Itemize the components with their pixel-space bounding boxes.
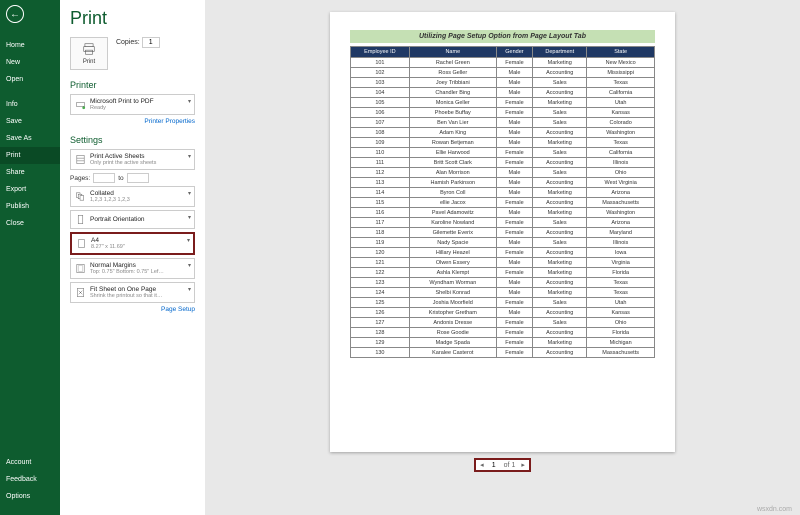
page-current-input[interactable] <box>487 462 501 469</box>
sidebar-item-save-as[interactable]: Save As <box>0 130 60 147</box>
pages-range: Pages: to <box>70 173 195 183</box>
table-row: 128Rose GoodieFemaleAccountingFlorida <box>351 328 655 338</box>
print-what-select[interactable]: Print Active SheetsOnly print the active… <box>70 149 195 170</box>
page-title: Print <box>70 8 195 29</box>
sidebar-item-close[interactable]: Close <box>0 215 60 232</box>
printer-status-icon <box>75 99 86 110</box>
chevron-down-icon: ▾ <box>188 262 191 269</box>
preview-page: Utilizing Page Setup Option from Page La… <box>330 12 675 452</box>
table-row: 106Phoebe BuffayFemaleSalesKansas <box>351 108 655 118</box>
table-row: 129Madge SpadaFemaleMarketingMichigan <box>351 338 655 348</box>
sidebar-item-publish[interactable]: Publish <box>0 198 60 215</box>
table-row: 120Hillary HeazelFemaleAccountingIowa <box>351 248 655 258</box>
main-area: Print Print Copies: Printer Microsoft Pr… <box>60 0 800 515</box>
printer-properties-link[interactable]: Printer Properties <box>70 118 195 125</box>
backstage-sidebar: ← HomeNewOpen InfoSaveSave AsPrintShareE… <box>0 0 60 515</box>
sidebar-item-new[interactable]: New <box>0 54 60 71</box>
sidebar-item-open[interactable]: Open <box>0 71 60 88</box>
orientation-select[interactable]: Portrait Orientation ▾ <box>70 210 195 229</box>
table-row: 108Adam KingMaleAccountingWashington <box>351 128 655 138</box>
page-next-icon[interactable]: ▸ <box>518 461 528 469</box>
col-header: Gender <box>496 47 532 58</box>
table-row: 119Nady SpacieMaleSalesIllinois <box>351 238 655 248</box>
table-row: 107Ben Van LierMaleSalesColorado <box>351 118 655 128</box>
margins-icon <box>75 263 86 274</box>
table-row: 122Ashla KlemptFemaleMarketingFlorida <box>351 268 655 278</box>
printer-select[interactable]: Microsoft Print to PDFReady ▾ <box>70 94 195 115</box>
chevron-down-icon: ▾ <box>188 98 191 105</box>
table-row: 121Olwen EsseryMaleMarketingVirginia <box>351 258 655 268</box>
page-setup-link[interactable]: Page Setup <box>70 306 195 313</box>
table-row: 123Wyndham WormanMaleAccountingTexas <box>351 278 655 288</box>
table-row: 124Shelbi KonradMaleMarketingTexas <box>351 288 655 298</box>
sidebar-item-feedback[interactable]: Feedback <box>0 471 60 488</box>
collation-select[interactable]: Collated1,2,3 1,2,3 1,2,3 ▾ <box>70 186 195 207</box>
col-header: Department <box>533 47 587 58</box>
collated-icon <box>75 191 86 202</box>
page-navigator[interactable]: ◂ of 1 ▸ <box>474 458 531 472</box>
table-row: 104Chandler BingMaleAccountingCalifornia <box>351 88 655 98</box>
sheets-icon <box>75 154 86 165</box>
table-row: 114Byron CollMaleMarketingArizona <box>351 188 655 198</box>
table-row: 116Pavel AdamowitzMaleMarketingWashingto… <box>351 208 655 218</box>
table-row: 102Ross GellerMaleAccountingMississippi <box>351 68 655 78</box>
paper-icon <box>76 238 87 249</box>
scaling-select[interactable]: Fit Sheet on One PageShrink the printout… <box>70 282 195 303</box>
sidebar-item-print[interactable]: Print <box>0 147 60 164</box>
paper-size-select[interactable]: A48.27" x 11.69" ▾ <box>70 232 195 255</box>
print-preview: Utilizing Page Setup Option from Page La… <box>205 0 800 515</box>
printer-heading: Printer <box>70 80 195 90</box>
sidebar-item-export[interactable]: Export <box>0 181 60 198</box>
sidebar-item-info[interactable]: Info <box>0 96 60 113</box>
chevron-down-icon: ▾ <box>188 286 191 293</box>
table-row: 110Ellie HarwoodFemaleSalesCalifornia <box>351 148 655 158</box>
sidebar-item-account[interactable]: Account <box>0 454 60 471</box>
table-row: 127Andonis DresseFemaleSalesOhio <box>351 318 655 328</box>
settings-heading: Settings <box>70 135 195 145</box>
sidebar-item-home[interactable]: Home <box>0 37 60 54</box>
table-row: 109Rowan BetjemanMaleMarketingTexas <box>351 138 655 148</box>
table-row: 113Hamish ParkinsonMaleAccountingWest Vi… <box>351 178 655 188</box>
preview-table: Employee IDNameGenderDepartmentState 101… <box>350 46 655 358</box>
print-panel: Print Print Copies: Printer Microsoft Pr… <box>60 0 205 515</box>
page-prev-icon[interactable]: ◂ <box>477 461 487 469</box>
col-header: Name <box>409 47 496 58</box>
chevron-down-icon: ▾ <box>188 153 191 160</box>
watermark: wsxdn.com <box>757 506 792 513</box>
margins-select[interactable]: Normal MarginsTop: 0.75" Bottom: 0.75" L… <box>70 258 195 279</box>
col-header: Employee ID <box>351 47 410 58</box>
pages-to-input[interactable] <box>127 173 149 183</box>
pages-from-input[interactable] <box>93 173 115 183</box>
chevron-down-icon: ▾ <box>188 214 191 221</box>
copies-group: Copies: <box>116 37 160 48</box>
back-button[interactable]: ← <box>6 5 24 23</box>
table-row: 111Britt Scott ClarkFemaleAccountingIlli… <box>351 158 655 168</box>
sidebar-item-save[interactable]: Save <box>0 113 60 130</box>
fit-page-icon <box>75 287 86 298</box>
table-row: 101Rachel GreenFemaleMarketingNew Mexico <box>351 58 655 68</box>
col-header: State <box>587 47 655 58</box>
table-row: 115ellie JacoxFemaleAccountingMassachuse… <box>351 198 655 208</box>
table-row: 130Karalee CasterotFemaleAccountingMassa… <box>351 348 655 358</box>
table-row: 103Joey TribbianiMaleSalesTexas <box>351 78 655 88</box>
print-button[interactable]: Print <box>70 37 108 70</box>
table-row: 117Karoline NowlandFemaleSalesArizona <box>351 218 655 228</box>
table-row: 125Joshia MoorfieldFemaleSalesUtah <box>351 298 655 308</box>
sidebar-item-share[interactable]: Share <box>0 164 60 181</box>
chevron-down-icon: ▾ <box>188 190 191 197</box>
chevron-down-icon: ▾ <box>187 237 190 244</box>
copies-input[interactable] <box>142 37 160 48</box>
table-row: 126Kristopher GrethamMaleAccountingKansa… <box>351 308 655 318</box>
table-row: 112Alan MorrisonMaleSalesOhio <box>351 168 655 178</box>
table-title: Utilizing Page Setup Option from Page La… <box>350 30 655 43</box>
table-row: 118Gilemette EverixFemaleAccountingMaryl… <box>351 228 655 238</box>
portrait-icon <box>75 214 86 225</box>
sidebar-item-options[interactable]: Options <box>0 488 60 505</box>
printer-icon <box>81 42 97 56</box>
table-row: 105Monica GellerFemaleMarketingUtah <box>351 98 655 108</box>
